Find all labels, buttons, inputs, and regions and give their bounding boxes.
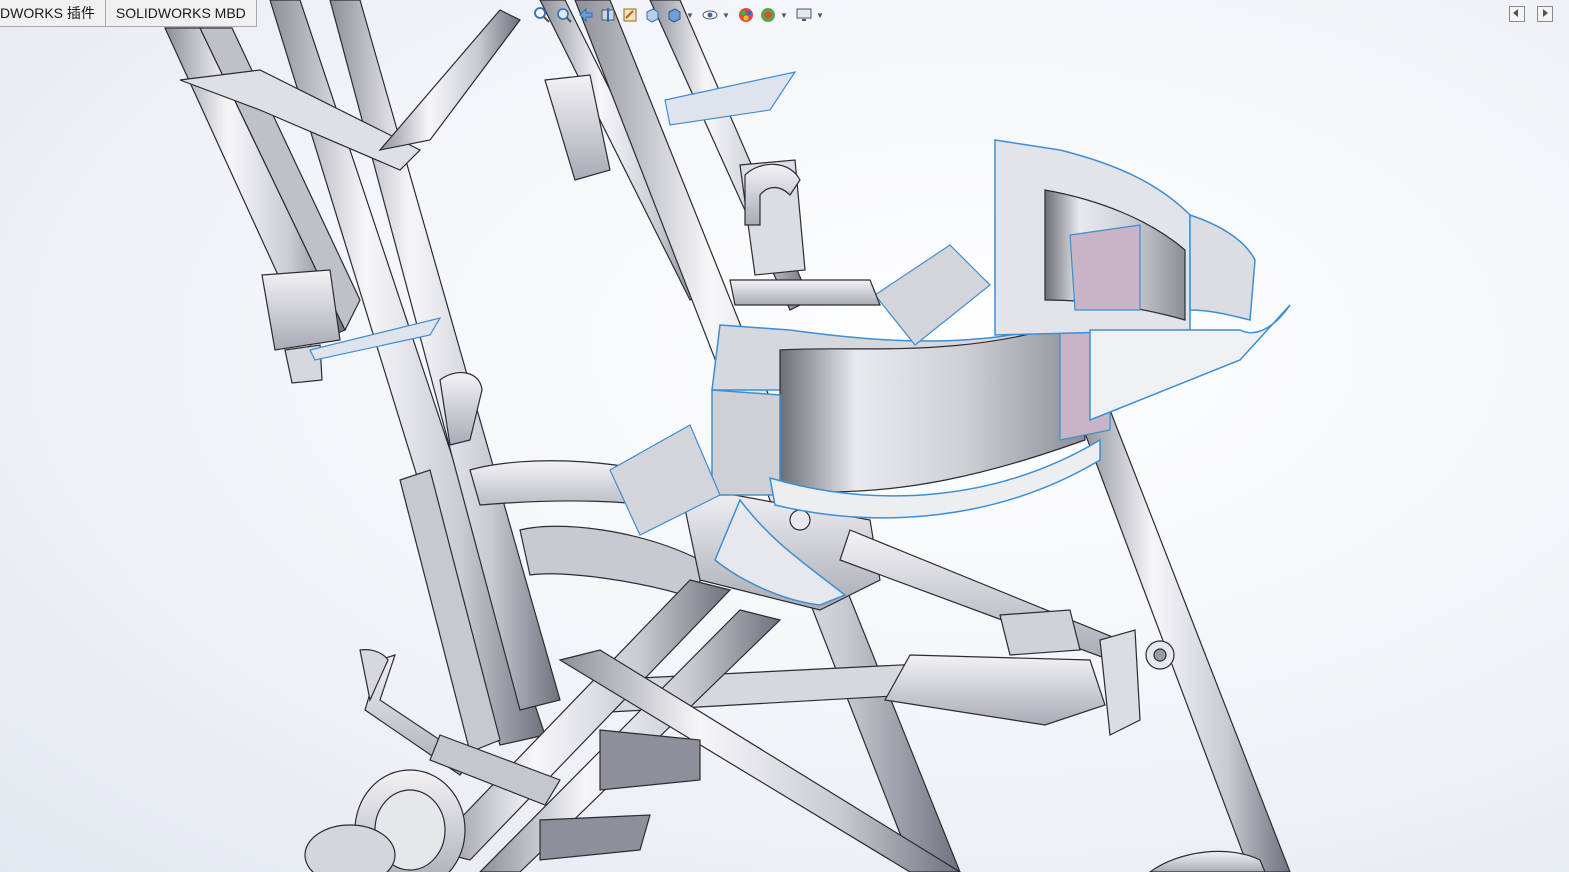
apply-scene-icon xyxy=(761,8,775,22)
display-style-menu-caret[interactable]: ▼ xyxy=(686,11,694,20)
apply-scene-menu-caret[interactable]: ▼ xyxy=(780,11,788,20)
zoom-to-fit-button[interactable] xyxy=(532,5,552,25)
command-manager-tabs: DWORKS 插件 SOLIDWORKS MBD xyxy=(0,0,257,27)
footrest[interactable] xyxy=(884,609,1175,736)
tab-solidworks-addins[interactable]: DWORKS 插件 xyxy=(0,0,106,27)
zoom-to-area-button[interactable] xyxy=(554,5,574,25)
rear-frame-left[interactable] xyxy=(164,0,561,753)
display-style-button[interactable] xyxy=(664,5,684,25)
stroller-3d-model[interactable] xyxy=(0,0,1569,872)
graphics-viewport[interactable] xyxy=(0,0,1569,872)
tab-solidworks-mbd[interactable]: SOLIDWORKS MBD xyxy=(105,0,257,27)
dynamic-annotation-views-button[interactable] xyxy=(620,5,640,25)
dynamic-annotation-views-icon xyxy=(623,8,637,22)
heads-up-view-toolbar: ▼ ▼ ▼ ▼ xyxy=(532,4,828,26)
hide-show-items-icon xyxy=(702,10,718,20)
zoom-to-area-icon xyxy=(557,8,572,23)
view-settings-icon xyxy=(796,8,812,21)
edit-appearance-icon xyxy=(739,8,753,22)
collapse-right-icon[interactable] xyxy=(1537,6,1553,22)
hide-show-items-button[interactable] xyxy=(700,5,720,25)
view-settings-menu-caret[interactable]: ▼ xyxy=(816,11,824,20)
view-orientation-button[interactable] xyxy=(642,5,662,25)
previous-view-icon xyxy=(579,7,593,23)
display-style-icon xyxy=(668,8,681,23)
apply-scene-button[interactable] xyxy=(758,5,778,25)
zoom-to-fit-icon xyxy=(534,7,550,23)
edit-appearance-button[interactable] xyxy=(736,5,756,25)
previous-view-button[interactable] xyxy=(576,5,596,25)
viewport-controls xyxy=(1509,6,1553,22)
section-view-button[interactable] xyxy=(598,5,618,25)
view-settings-button[interactable] xyxy=(794,5,814,25)
view-orientation-icon xyxy=(646,8,659,23)
collapse-left-icon[interactable] xyxy=(1509,6,1525,22)
section-view-icon xyxy=(601,8,615,22)
hide-show-items-menu-caret[interactable]: ▼ xyxy=(722,11,730,20)
